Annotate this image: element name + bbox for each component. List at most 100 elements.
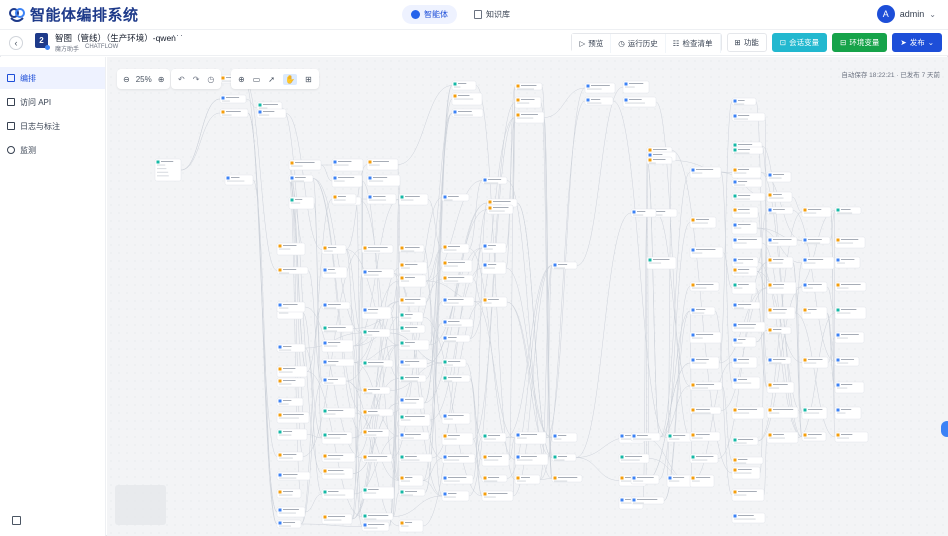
tab-knowledge[interactable]: 知识库: [465, 5, 519, 24]
workflow-node[interactable]: [276, 428, 308, 441]
workflow-node[interactable]: [689, 281, 720, 292]
workflow-graph[interactable]: [107, 57, 948, 536]
workflow-node[interactable]: [834, 206, 862, 215]
workflow-node[interactable]: [801, 256, 835, 270]
workflow-node[interactable]: [731, 97, 757, 106]
workflow-node[interactable]: [224, 174, 254, 186]
workflow-node[interactable]: [321, 488, 355, 500]
workflow-node[interactable]: [398, 296, 427, 307]
workflow-node[interactable]: [834, 431, 869, 443]
more-options-button[interactable]: ···: [172, 30, 184, 40]
preview-button[interactable]: ▷ 预览: [572, 34, 612, 53]
workflow-node[interactable]: [766, 326, 792, 335]
run-history-button[interactable]: ◷ 运行历史: [611, 34, 666, 53]
workflow-node[interactable]: [834, 256, 861, 269]
workflow-node[interactable]: [801, 431, 827, 442]
workflow-node[interactable]: [321, 467, 354, 480]
workflow-node[interactable]: [398, 244, 425, 253]
workflow-node[interactable]: [321, 324, 354, 333]
workflow-node[interactable]: [551, 261, 578, 270]
workflow-node[interactable]: [276, 471, 311, 481]
workflow-node[interactable]: [481, 296, 508, 308]
workflow-node[interactable]: [361, 268, 395, 279]
workflow-node[interactable]: [834, 331, 865, 344]
workflow-node[interactable]: [766, 406, 799, 419]
workflow-node[interactable]: [276, 519, 302, 529]
workflow-node[interactable]: [361, 453, 393, 463]
workflow-node[interactable]: [731, 512, 766, 524]
workflow-node[interactable]: [731, 456, 764, 465]
workflow-node[interactable]: [731, 281, 757, 295]
workflow-node[interactable]: [276, 488, 302, 499]
workflow-node[interactable]: [398, 396, 425, 410]
sidebar-item-monitor[interactable]: 监测: [0, 139, 105, 161]
workflow-node[interactable]: [514, 453, 549, 466]
workflow-node[interactable]: [766, 356, 792, 365]
workflow-node[interactable]: [551, 474, 583, 483]
workflow-node[interactable]: [398, 193, 429, 206]
workflow-node[interactable]: [441, 274, 474, 284]
workflow-node[interactable]: [366, 193, 397, 205]
workflow-node[interactable]: [361, 306, 392, 320]
workflow-node[interactable]: [834, 306, 867, 320]
layout-icon[interactable]: ⊞: [305, 75, 312, 84]
workflow-node[interactable]: [398, 324, 426, 334]
workflow-node[interactable]: [366, 174, 401, 187]
workflow-node[interactable]: [276, 451, 304, 462]
workflow-node[interactable]: [731, 488, 765, 502]
workflow-node[interactable]: [321, 407, 356, 419]
workflow-node[interactable]: [321, 513, 353, 525]
workflow-node[interactable]: [321, 244, 347, 255]
workflow-node[interactable]: [398, 358, 428, 369]
workflow-node[interactable]: [731, 112, 766, 122]
workflow-node[interactable]: [154, 158, 182, 182]
workflow-node[interactable]: [441, 490, 470, 502]
workflow-node[interactable]: [398, 261, 428, 275]
workflow-node[interactable]: [398, 374, 427, 383]
workflow-node[interactable]: [801, 281, 828, 293]
workflow-node[interactable]: [361, 386, 391, 395]
workflow-node[interactable]: [801, 306, 828, 320]
workflow-node[interactable]: [766, 236, 798, 247]
workflow-node[interactable]: [834, 281, 867, 292]
workflow-node[interactable]: [766, 431, 799, 444]
workflow-node[interactable]: [321, 376, 347, 386]
workflow-node[interactable]: [276, 377, 306, 388]
workflow-node[interactable]: [834, 381, 865, 394]
workflow-node[interactable]: [481, 453, 510, 467]
workflow-node[interactable]: [398, 339, 430, 351]
workflow-node[interactable]: [801, 356, 829, 369]
workflow-node[interactable]: [361, 512, 394, 521]
version-history-icon[interactable]: ◷: [207, 75, 214, 84]
workflow-node[interactable]: [481, 432, 507, 443]
workflow-node[interactable]: [398, 453, 433, 463]
workflow-node[interactable]: [731, 236, 763, 250]
workflow-node[interactable]: [366, 158, 399, 171]
workflow-node[interactable]: [731, 436, 759, 446]
workflow-node[interactable]: [481, 176, 508, 185]
zoom-in-icon[interactable]: ⊕: [158, 75, 165, 84]
env-vars-button[interactable]: ⊟ 环境变量: [832, 33, 888, 52]
workflow-node[interactable]: [689, 331, 722, 344]
workflow-node[interactable]: [731, 221, 758, 235]
workflow-node[interactable]: [689, 474, 715, 488]
workflow-node[interactable]: [441, 296, 475, 307]
workflow-node[interactable]: [731, 192, 766, 202]
workflow-node[interactable]: [689, 453, 719, 464]
workflow-canvas[interactable]: ⊖ 25% ⊕ ↶ ↷ ◷ ⊕ ▭ ➚ ✋ ⊞ 自动保存 18:22:21 · …: [107, 57, 948, 536]
workflow-node[interactable]: [630, 208, 657, 218]
workflow-node[interactable]: [834, 356, 860, 367]
workflow-node[interactable]: [618, 453, 650, 464]
workflow-node[interactable]: [551, 432, 578, 443]
workflow-node[interactable]: [398, 474, 424, 487]
workflow-node[interactable]: [731, 356, 758, 369]
workflow-node[interactable]: [398, 311, 424, 323]
workflow-node[interactable]: [321, 339, 354, 353]
workflow-node[interactable]: [398, 431, 430, 441]
workflow-node[interactable]: [451, 80, 477, 91]
workflow-node[interactable]: [398, 413, 431, 427]
workflow-node[interactable]: [801, 206, 832, 218]
workflow-node[interactable]: [766, 256, 794, 269]
workflow-node[interactable]: [321, 266, 348, 279]
workflow-node[interactable]: [441, 193, 470, 202]
